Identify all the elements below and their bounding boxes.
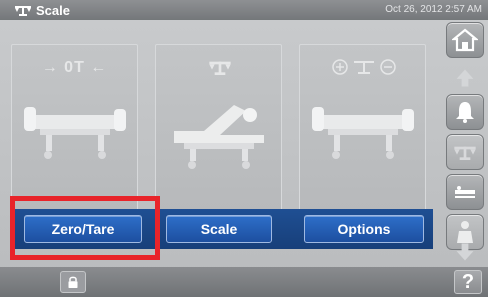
scale-icon bbox=[15, 6, 31, 16]
scale-screen: Scale Oct 26, 2012 2:57 AM → 0T ← Zero/T… bbox=[0, 0, 488, 297]
bed-scale-icon bbox=[174, 105, 264, 169]
selection-highlight bbox=[10, 196, 160, 260]
bell-icon bbox=[456, 102, 474, 123]
help-button[interactable]: ? bbox=[454, 270, 482, 294]
right-sidebar bbox=[442, 20, 488, 267]
bed-nav-button[interactable] bbox=[446, 174, 484, 210]
arrow-up-icon bbox=[456, 69, 474, 87]
scale-icon bbox=[454, 146, 476, 160]
footer-bar: ? bbox=[0, 267, 488, 297]
zero-tare-panel[interactable]: → 0T ← bbox=[11, 44, 138, 211]
scale-nav-button[interactable] bbox=[446, 134, 484, 170]
datetime-readout: Oct 26, 2012 2:57 AM bbox=[385, 4, 482, 15]
scale-icon bbox=[209, 61, 231, 75]
options-button[interactable]: Options bbox=[304, 215, 424, 243]
arrow-down-icon bbox=[456, 243, 474, 261]
alarm-button[interactable] bbox=[446, 94, 484, 130]
scale-panel[interactable] bbox=[155, 44, 282, 211]
zero-tare-symbol: → 0T ← bbox=[41, 59, 108, 76]
scale-button[interactable]: Scale bbox=[166, 215, 272, 243]
scroll-down-button[interactable] bbox=[446, 238, 484, 266]
home-button[interactable] bbox=[446, 22, 484, 58]
lock-button[interactable] bbox=[60, 271, 86, 293]
bed-icon bbox=[455, 186, 475, 198]
home-icon bbox=[452, 28, 478, 52]
bed-zero-icon bbox=[24, 107, 126, 159]
lock-icon bbox=[68, 276, 78, 288]
bed-options-icon bbox=[312, 107, 414, 159]
title-bar: Scale Oct 26, 2012 2:57 AM bbox=[0, 0, 488, 20]
page-title: Scale bbox=[36, 2, 70, 18]
scale-adjust-icon bbox=[332, 59, 396, 75]
options-panel[interactable] bbox=[299, 44, 426, 211]
scroll-up-button[interactable] bbox=[446, 64, 484, 92]
